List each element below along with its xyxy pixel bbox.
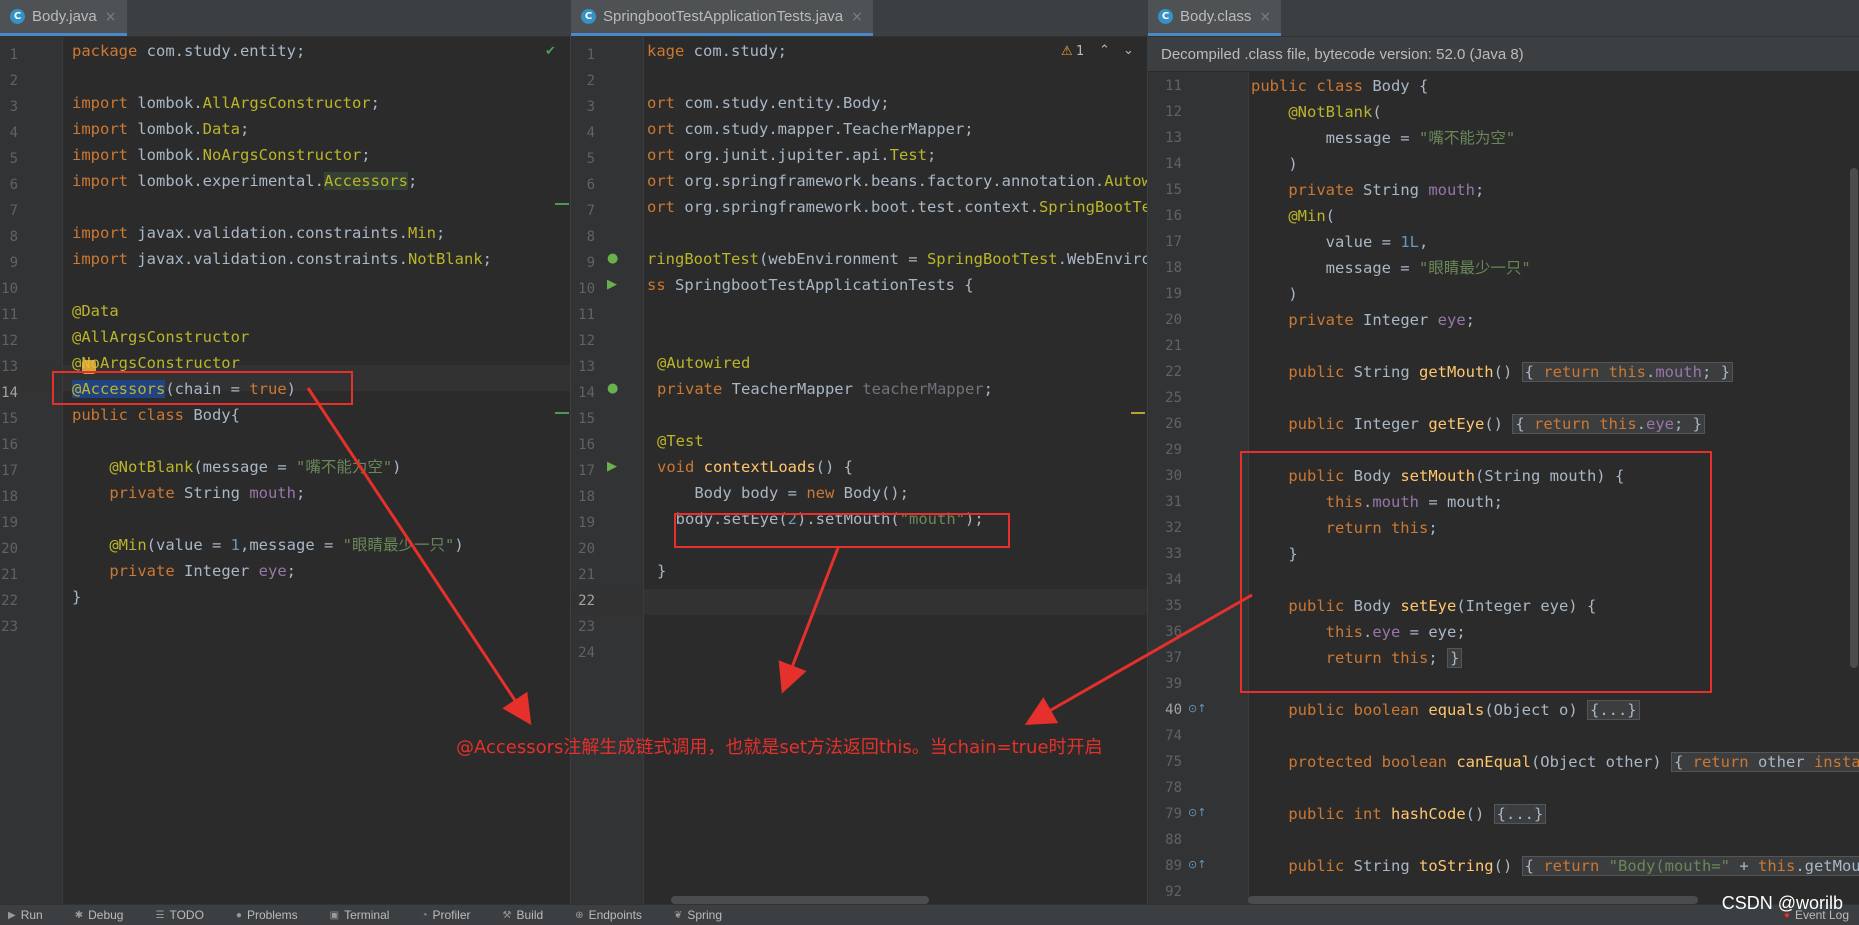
build-icon: ⚒ <box>502 909 512 921</box>
watermark: CSDN @worilb <box>1721 893 1843 913</box>
arrow-from-chain-call <box>778 547 840 694</box>
profiler-icon: ◔ <box>421 909 428 921</box>
endpoints-icon: ⊕ <box>575 909 584 921</box>
annotation-text: @Accessors注解生成链式调用，也就是set方法返回this。当chain… <box>456 737 1103 758</box>
arrow-from-setters <box>1024 593 1253 725</box>
tool-todo[interactable]: ☰ TODO <box>155 908 203 922</box>
arrow-from-accessors <box>306 387 532 726</box>
tool-endpoints[interactable]: ⊕ Endpoints <box>575 908 642 922</box>
spring-icon: ❦ <box>673 909 683 921</box>
tool-debug[interactable]: ✱ Debug <box>75 908 124 922</box>
todo-icon: ☰ <box>155 909 165 921</box>
problems-icon: ● <box>235 909 242 921</box>
annotation-arrows <box>306 387 1253 726</box>
tool-profiler[interactable]: ◔ Profiler <box>421 908 470 922</box>
run-icon: ▶ <box>8 909 16 921</box>
tool-problems[interactable]: ● Problems <box>236 908 298 922</box>
bottom-tool-bar: ▶ Run ✱ Debug ☰ TODO ● Problems ▣ Terminal ◔ P… <box>0 904 1859 925</box>
terminal-icon: ▣ <box>329 909 340 921</box>
tool-terminal[interactable]: ▣ Terminal <box>330 908 390 922</box>
tool-build[interactable]: ⚒ Build <box>503 908 544 922</box>
debug-icon: ✱ <box>74 909 84 921</box>
tool-run[interactable]: ▶ Run <box>8 908 43 922</box>
tool-spring[interactable]: ❦ Spring <box>674 908 722 922</box>
